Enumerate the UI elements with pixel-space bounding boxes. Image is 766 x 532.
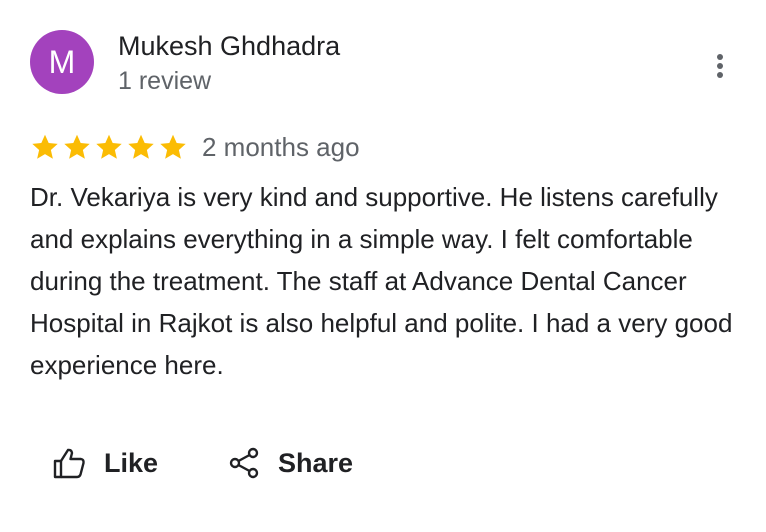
like-label: Like [104, 447, 159, 478]
share-button[interactable]: Share [228, 440, 353, 486]
star-icon [128, 134, 154, 159]
star-icon [96, 134, 122, 159]
more-options-button[interactable] [700, 46, 740, 86]
star-icon [32, 134, 58, 159]
author-review-count: 1 review [118, 67, 212, 95]
review-text: Dr. Vekariya is very kind and supportive… [30, 182, 733, 380]
share-icon [229, 447, 259, 479]
star-icon [64, 134, 90, 159]
like-button[interactable]: Like [52, 440, 158, 486]
star-rating [30, 132, 188, 162]
avatar-initial: M [48, 43, 76, 80]
avatar[interactable]: M [30, 30, 94, 94]
more-vert-icon [717, 54, 723, 78]
review-date: 2 months ago [202, 132, 360, 162]
thumb-up-icon [53, 448, 85, 479]
author-name[interactable]: Mukesh Ghdhadra [118, 31, 340, 62]
star-icon [160, 134, 186, 159]
share-label: Share [278, 447, 354, 478]
